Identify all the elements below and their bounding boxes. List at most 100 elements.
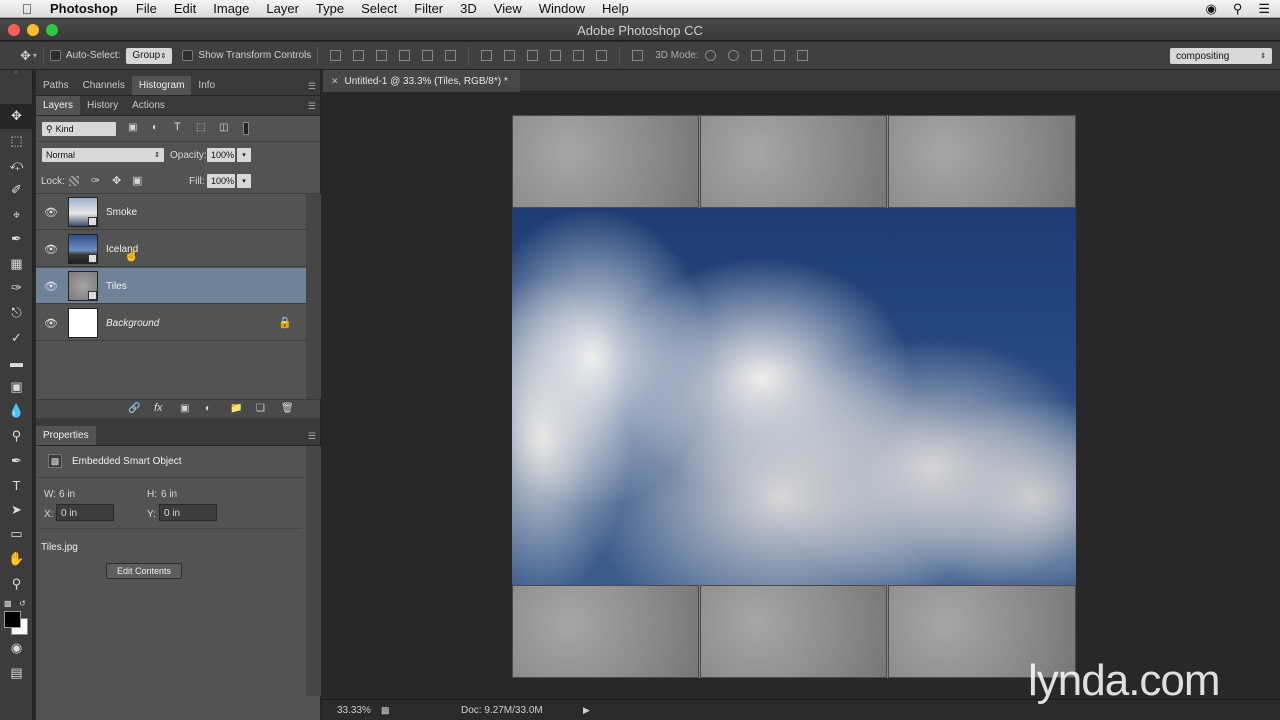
menu-view[interactable]: View xyxy=(494,1,522,16)
new-group-icon[interactable]: 📁 xyxy=(230,403,242,414)
x-input[interactable]: 0 in xyxy=(56,504,114,521)
path-selection-tool-icon[interactable]: ➤ xyxy=(0,498,33,523)
3d-roll-icon[interactable] xyxy=(727,50,739,61)
panel-menu-icon[interactable]: ☰ xyxy=(308,81,316,92)
lock-position-icon[interactable]: ✥ xyxy=(112,174,121,187)
distribute-bottom-icon[interactable] xyxy=(527,50,539,61)
menu-file[interactable]: File xyxy=(136,1,157,16)
blend-mode-dropdown[interactable]: Normal ⇕ xyxy=(42,148,164,162)
new-layer-icon[interactable]: ❏ xyxy=(256,403,265,414)
distribute-right-icon[interactable] xyxy=(596,50,608,61)
document-canvas[interactable] xyxy=(512,115,1076,678)
tab-actions[interactable]: Actions xyxy=(125,96,172,115)
filter-shape-icon[interactable]: ⬚ xyxy=(196,122,205,133)
filter-toggle-icon[interactable] xyxy=(243,122,249,135)
swap-colors-icon[interactable]: ↺ xyxy=(19,599,26,608)
tab-channels[interactable]: Channels xyxy=(76,76,132,95)
eye-icon[interactable]: 👁 xyxy=(44,280,58,293)
clone-stamp-tool-icon[interactable]: ⎋ xyxy=(0,301,33,326)
move-tool-icon[interactable]: ✥ xyxy=(0,104,33,129)
align-bottom-edges-icon[interactable] xyxy=(376,50,388,61)
menu-layer[interactable]: Layer xyxy=(266,1,299,16)
eye-icon[interactable]: 👁 xyxy=(44,243,58,256)
blur-tool-icon[interactable]: 💧 xyxy=(0,399,33,424)
screen-mode-icon[interactable]: ▤ xyxy=(0,660,33,685)
filter-adjustment-icon[interactable]: ◐ xyxy=(152,122,158,133)
status-info-icon[interactable]: ▩ xyxy=(381,705,390,716)
layer-row-background[interactable]: 👁 Background 🔒 xyxy=(36,305,306,341)
layer-row-smoke[interactable]: 👁 Smoke xyxy=(36,194,306,230)
distribute-centers-icon[interactable] xyxy=(504,50,516,61)
align-top-edges-icon[interactable] xyxy=(330,50,342,61)
auto-select-dropdown[interactable]: Group ⇕ xyxy=(126,47,173,64)
spotlight-search-icon[interactable]: ⚲ xyxy=(1233,1,1243,17)
show-transform-controls-checkbox[interactable] xyxy=(182,50,194,61)
3d-slide-icon[interactable] xyxy=(773,50,785,61)
default-colors-icon[interactable]: ▩ xyxy=(4,599,12,608)
zoom-tool-icon[interactable]: ⚲ xyxy=(0,571,33,596)
menu-type[interactable]: Type xyxy=(316,1,344,16)
tab-history[interactable]: History xyxy=(80,96,125,115)
fx-icon[interactable]: fx xyxy=(154,402,163,414)
quick-selection-tool-icon[interactable]: ✐ xyxy=(0,178,33,203)
auto-select-checkbox[interactable] xyxy=(49,50,61,61)
workspace-switcher[interactable]: compositing ⇕ xyxy=(1170,48,1272,64)
filter-type-icon[interactable]: T xyxy=(174,121,181,133)
close-tab-icon[interactable]: ✕ xyxy=(331,76,339,87)
align-left-edges-icon[interactable] xyxy=(399,50,411,61)
layer-row-iceland[interactable]: 👁 Iceland ☝ xyxy=(36,231,306,267)
document-tab[interactable]: ✕ Untitled-1 @ 33.3% (Tiles, RGB/8*) * xyxy=(323,70,520,92)
width-value[interactable]: 6 in xyxy=(59,489,75,500)
tab-info[interactable]: Info xyxy=(191,76,222,95)
lock-all-icon[interactable]: ▣ xyxy=(132,174,142,187)
delete-layer-icon[interactable]: 🗑 xyxy=(281,403,294,414)
move-tool-preset-icon[interactable]: ✥ xyxy=(20,48,31,64)
menu-3d[interactable]: 3D xyxy=(460,1,477,16)
layer-row-tiles[interactable]: 👁 Tiles xyxy=(36,268,306,304)
tab-properties[interactable]: Properties xyxy=(36,426,96,445)
distribute-top-icon[interactable] xyxy=(481,50,493,61)
align-horizontal-centers-icon[interactable] xyxy=(422,50,434,61)
eraser-tool-icon[interactable]: ▬ xyxy=(0,350,33,375)
marquee-tool-icon[interactable]: ⬚ xyxy=(0,129,33,154)
panel-menu-icon[interactable]: ☰ xyxy=(308,431,316,442)
gradient-tool-icon[interactable]: ▣ xyxy=(0,375,33,400)
filter-pixel-icon[interactable]: ▣ xyxy=(128,122,137,133)
distribute-horizontal-icon[interactable] xyxy=(573,50,585,61)
layers-scrollbar[interactable] xyxy=(306,194,321,399)
history-brush-tool-icon[interactable]: ✓ xyxy=(0,325,33,350)
rectangle-tool-icon[interactable]: ▭ xyxy=(0,522,33,547)
canvas-area[interactable] xyxy=(323,93,1280,698)
eye-icon[interactable]: 👁 xyxy=(44,317,58,330)
app-menu[interactable]: Photoshop xyxy=(50,1,118,16)
tab-layers[interactable]: Layers xyxy=(36,96,81,115)
3d-rotate-icon[interactable] xyxy=(704,50,716,61)
add-mask-icon[interactable]: ▣ xyxy=(180,403,189,414)
brush-tool-icon[interactable]: ✑ xyxy=(0,276,33,301)
hand-tool-icon[interactable]: ✋ xyxy=(0,547,33,572)
eye-icon[interactable]: 👁 xyxy=(44,206,58,219)
quick-mask-icon[interactable]: ◉ xyxy=(0,636,33,661)
menu-image[interactable]: Image xyxy=(213,1,249,16)
pen-tool-icon[interactable]: ✒ xyxy=(0,448,33,473)
foreground-color-swatch[interactable] xyxy=(4,610,21,628)
auto-align-layers-icon[interactable] xyxy=(632,50,644,61)
properties-scrollbar[interactable] xyxy=(306,446,321,696)
tab-paths[interactable]: Paths xyxy=(36,76,76,95)
filter-kind-dropdown[interactable]: ⚲ Kind xyxy=(42,122,116,136)
tab-histogram[interactable]: Histogram xyxy=(131,76,192,95)
edit-contents-button[interactable]: Edit Contents xyxy=(106,563,182,579)
dodge-tool-icon[interactable]: ⚲ xyxy=(0,424,33,449)
panel-menu-icon[interactable]: ☰ xyxy=(308,101,316,112)
y-input[interactable]: 0 in xyxy=(159,504,217,521)
lasso-tool-icon[interactable]: ⤽ xyxy=(0,153,33,178)
3d-drag-icon[interactable] xyxy=(750,50,762,61)
zoom-level[interactable]: 33.33% xyxy=(337,705,371,716)
height-value[interactable]: 6 in xyxy=(161,489,177,500)
opacity-input[interactable]: 100% xyxy=(207,148,235,162)
fill-slider-arrow-icon[interactable]: ▾ xyxy=(237,174,251,188)
status-menu-arrow-icon[interactable]: ▶ xyxy=(583,705,590,716)
type-tool-icon[interactable]: T xyxy=(0,473,33,498)
notification-list-icon[interactable]: ☰ xyxy=(1258,1,1270,17)
align-vertical-centers-icon[interactable] xyxy=(353,50,365,61)
